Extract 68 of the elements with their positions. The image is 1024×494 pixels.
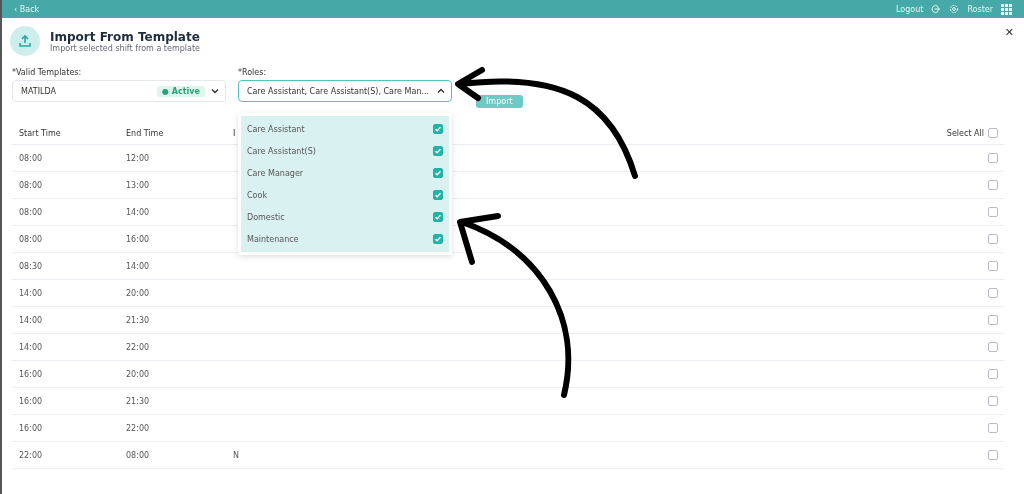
settings-icon[interactable]	[949, 4, 960, 14]
upload-icon	[10, 26, 40, 56]
row-checkbox[interactable]	[988, 369, 998, 379]
role-option[interactable]: Domestic	[247, 212, 285, 222]
table-cell: 13:00	[126, 180, 150, 190]
role-checkbox[interactable]	[433, 168, 443, 178]
dialog-subtitle: Import selected shift from a template	[50, 43, 200, 53]
table-cell: 20:00	[126, 288, 150, 298]
table-cell: 14:00	[19, 288, 43, 298]
table-cell: 08:00	[19, 234, 43, 244]
field-label: *Roles:	[238, 68, 268, 77]
role-checkbox[interactable]	[433, 124, 443, 134]
chevron-up-icon	[437, 88, 445, 94]
table-cell: 21:30	[126, 315, 150, 325]
role-option[interactable]: Care Manager	[247, 168, 304, 178]
role-option[interactable]: Cook	[247, 190, 267, 200]
chevron-down-icon	[211, 88, 219, 94]
select-all-checkbox[interactable]	[988, 128, 998, 138]
role-checkbox[interactable]	[433, 190, 443, 200]
table-cell: 21:30	[126, 396, 150, 406]
row-checkbox[interactable]	[988, 180, 998, 190]
table-cell: 14:00	[126, 207, 150, 217]
status-badge: ● Active	[157, 85, 205, 97]
role-option[interactable]: Care Assistant(S)	[247, 146, 316, 156]
row-checkbox[interactable]	[988, 396, 998, 406]
row-checkbox[interactable]	[988, 234, 998, 244]
row-checkbox[interactable]	[988, 450, 998, 460]
close-icon[interactable]: ✕	[1004, 26, 1014, 39]
table-cell: 16:00	[19, 396, 43, 406]
column-header: End Time	[126, 128, 164, 138]
role-option[interactable]: Maintenance	[247, 234, 299, 244]
logout-icon[interactable]	[931, 4, 942, 14]
table-cell: 16:00	[19, 423, 43, 433]
table-cell: 16:00	[126, 234, 150, 244]
table-cell: 08:00	[19, 207, 43, 217]
role-checkbox[interactable]	[433, 212, 443, 222]
row-checkbox[interactable]	[988, 207, 998, 217]
table-cell: 22:00	[126, 423, 150, 433]
role-checkbox[interactable]	[433, 146, 443, 156]
column-header: Start Time	[19, 128, 61, 138]
table-cell: 14:00	[19, 342, 43, 352]
table-cell: 08:00	[19, 153, 43, 163]
row-checkbox[interactable]	[988, 315, 998, 325]
row-checkbox[interactable]	[988, 153, 998, 163]
dialog-title: Import From Template	[50, 29, 200, 44]
table-cell: 16:00	[19, 369, 43, 379]
table-cell: 12:00	[126, 153, 150, 163]
table-cell: 08:30	[19, 261, 43, 271]
role-checkbox[interactable]	[433, 234, 443, 244]
table-cell: 22:00	[126, 342, 150, 352]
table-cell: 20:00	[126, 369, 150, 379]
role-option[interactable]: Care Assistant	[247, 124, 305, 134]
table-cell: 08:00	[19, 180, 43, 190]
row-checkbox[interactable]	[988, 342, 998, 352]
table-cell: 08:00	[126, 450, 150, 460]
row-checkbox[interactable]	[988, 288, 998, 298]
field-label: *Valid Templates:	[12, 68, 83, 77]
roles-select[interactable]: Care Assistant, Care Assistant(S), Care Man...	[238, 80, 452, 102]
table-cell: N	[233, 450, 239, 460]
table-cell: 22:00	[19, 450, 43, 460]
column-header: I	[233, 128, 236, 138]
table-cell: 14:00	[19, 315, 43, 325]
grid-icon[interactable]	[1001, 3, 1012, 15]
select-all-label: Select All	[946, 128, 984, 138]
template-select[interactable]: MATILDA ● Active	[12, 80, 226, 102]
table-cell: 14:00	[126, 261, 150, 271]
row-checkbox[interactable]	[988, 423, 998, 433]
row-checkbox[interactable]	[988, 261, 998, 271]
